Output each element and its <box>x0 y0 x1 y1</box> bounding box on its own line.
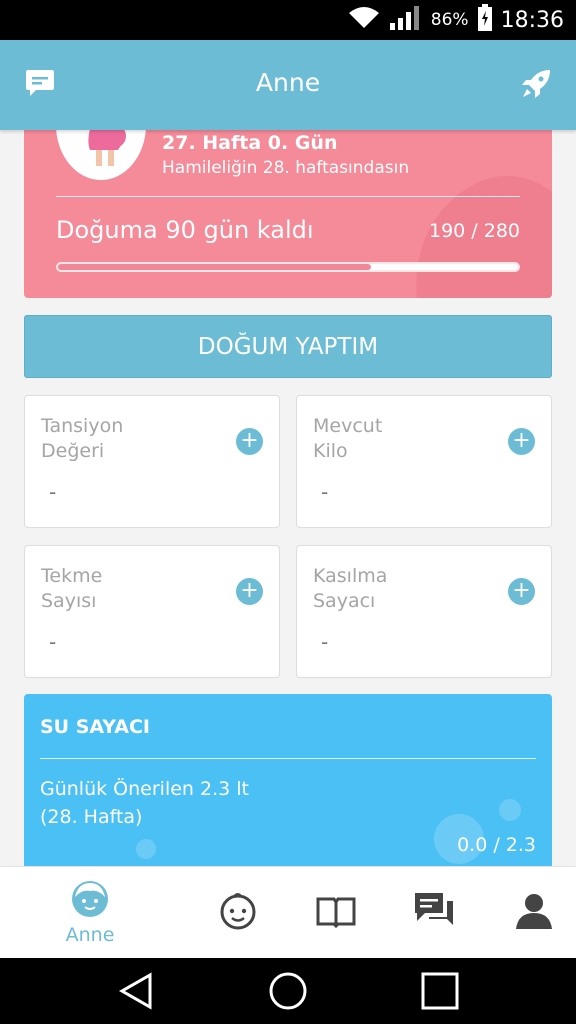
battery-percent: 86% <box>430 10 469 30</box>
kick-count-tile[interactable]: Tekme Sayısı + - <box>24 545 280 678</box>
weight-tile[interactable]: Mevcut Kilo + - <box>296 395 552 528</box>
decorative-bubble <box>136 839 156 859</box>
nav-item-profile[interactable] <box>504 867 564 959</box>
tile-label: Tekme Sayısı <box>41 565 103 612</box>
pregnancy-progress-bar <box>56 262 520 272</box>
chat-icon <box>413 891 455 935</box>
recents-icon[interactable] <box>420 971 460 1011</box>
water-counter-title: SU SAYACI <box>40 716 150 738</box>
add-icon[interactable]: + <box>508 428 535 455</box>
book-icon <box>315 894 357 932</box>
battery-icon <box>477 4 493 36</box>
divider <box>56 196 520 197</box>
mother-icon <box>70 880 110 922</box>
rocket-icon[interactable] <box>520 68 552 100</box>
week-title: 27. Hafta 0. Gün <box>162 132 338 154</box>
week-subtitle: Hamileliğin 28. haftasındasın <box>162 158 410 178</box>
pregnancy-progress-fill <box>58 264 371 270</box>
page-title: Anne <box>255 68 321 97</box>
nav-item-baby[interactable] <box>208 867 268 959</box>
decorative-bubble <box>499 799 521 821</box>
divider <box>40 758 536 759</box>
nav-item-messages[interactable] <box>404 867 464 959</box>
contraction-counter-tile[interactable]: Kasılma Sayacı + - <box>296 545 552 678</box>
system-navigation-bar <box>0 958 576 1024</box>
water-count: 0.0 / 2.3 <box>457 834 536 856</box>
bottom-navigation: Anne <box>0 866 576 958</box>
back-icon[interactable] <box>116 971 156 1011</box>
add-icon[interactable]: + <box>236 428 263 455</box>
add-icon[interactable]: + <box>508 578 535 605</box>
nav-item-mother[interactable]: Anne <box>50 867 130 959</box>
home-icon[interactable] <box>268 971 308 1011</box>
add-icon[interactable]: + <box>236 578 263 605</box>
day-count: 190 / 280 <box>428 220 520 242</box>
app-bar: Anne <box>0 40 576 130</box>
tile-label: Kasılma Sayacı <box>313 565 388 612</box>
water-week: (28. Hafta) <box>40 806 143 828</box>
due-date-text: Doğuma 90 gün kaldı <box>56 216 314 244</box>
tile-value: - <box>49 480 57 504</box>
baby-icon <box>218 891 258 935</box>
clock: 18:36 <box>500 7 564 33</box>
tile-value: - <box>321 630 329 654</box>
status-bar: 86% 18:36 <box>0 0 576 40</box>
nav-item-book[interactable] <box>306 867 366 959</box>
blood-pressure-tile[interactable]: Tansiyon Değeri + - <box>24 395 280 528</box>
profile-icon <box>514 891 554 935</box>
water-counter-card[interactable]: SU SAYACI Günlük Önerilen 2.3 lt (28. Ha… <box>24 694 552 869</box>
tile-label: Mevcut Kilo <box>313 415 383 462</box>
tile-value: - <box>49 630 57 654</box>
gave-birth-button[interactable]: DOĞUM YAPTIM <box>24 315 552 378</box>
tile-value: - <box>321 480 329 504</box>
signal-icon <box>389 5 423 35</box>
water-recommended: Günlük Önerilen 2.3 lt <box>40 778 249 800</box>
wifi-icon <box>347 6 381 34</box>
tile-label: Tansiyon Değeri <box>41 415 124 462</box>
nav-label-mother: Anne <box>65 924 115 946</box>
